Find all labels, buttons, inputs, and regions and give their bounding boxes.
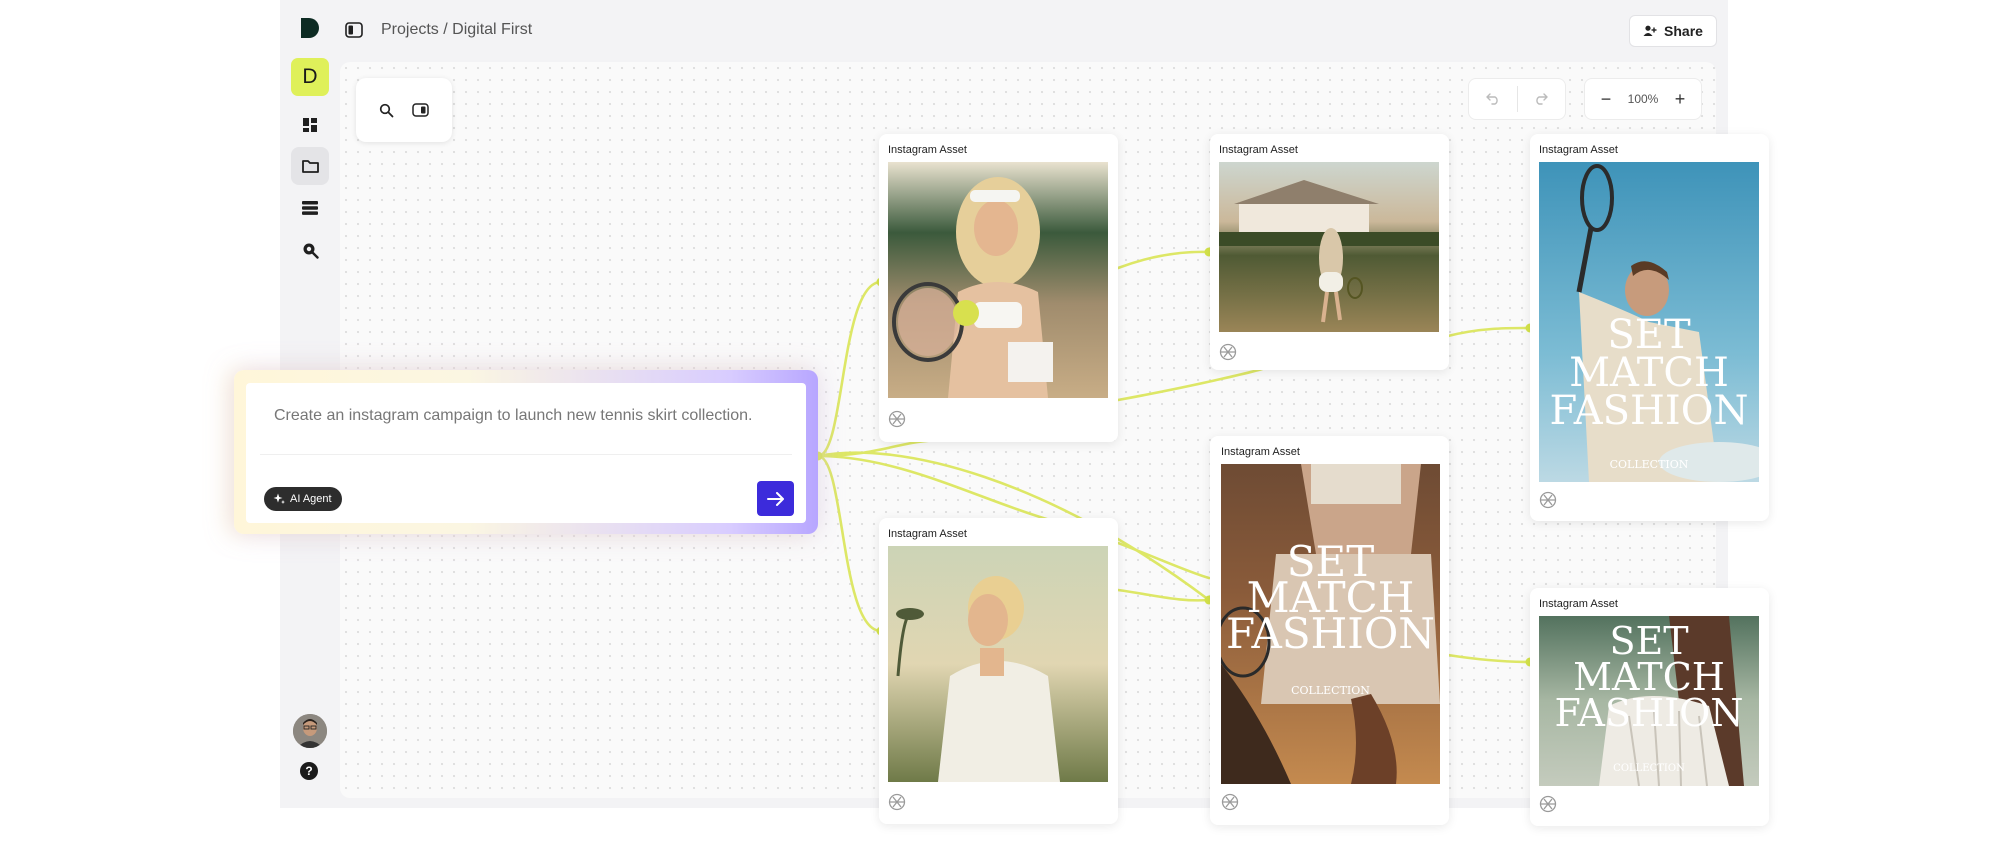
asset-card[interactable]: Instagram Asset xyxy=(879,518,1118,824)
divider xyxy=(260,454,792,455)
asset-label: Instagram Asset xyxy=(1221,446,1300,458)
asset-card[interactable]: Instagram Asset SET MATCH FASHION COLLEC… xyxy=(1530,588,1769,826)
poster-title-line: FASHION xyxy=(1549,388,1748,434)
asset-image[interactable]: SET MATCH FASHION COLLECTION xyxy=(1221,464,1440,784)
poster-title-line: FASHION xyxy=(1226,609,1435,658)
asset-card[interactable]: Instagram Asset xyxy=(1210,134,1449,370)
asset-image[interactable]: SET MATCH FASHION COLLECTION xyxy=(1539,162,1759,482)
asset-label: Instagram Asset xyxy=(888,528,967,540)
poster-title-line: FASHION xyxy=(1554,691,1743,735)
asset-image[interactable]: SET MATCH FASHION COLLECTION xyxy=(1539,616,1759,786)
openai-icon xyxy=(1539,491,1557,509)
asset-card[interactable]: Instagram Asset xyxy=(879,134,1118,442)
openai-icon xyxy=(888,410,906,428)
send-button[interactable] xyxy=(757,481,794,516)
openai-icon xyxy=(1219,343,1237,361)
openai-icon xyxy=(1221,793,1239,811)
sparkle-icon xyxy=(273,493,285,504)
ai-agent-chip[interactable]: AI Agent xyxy=(264,487,342,511)
asset-label: Instagram Asset xyxy=(1539,144,1618,156)
poster-subtitle: COLLECTION xyxy=(1610,458,1689,471)
asset-label: Instagram Asset xyxy=(1219,144,1298,156)
asset-image[interactable] xyxy=(888,162,1108,398)
asset-card[interactable]: Instagram Asset SET MATCH FASHION COLLEC… xyxy=(1530,134,1769,521)
asset-label: Instagram Asset xyxy=(1539,598,1618,610)
poster-subtitle: COLLECTION xyxy=(1613,763,1685,774)
app-root: D ? Projects / Digital First Share − 100… xyxy=(0,0,2000,865)
asset-image[interactable] xyxy=(1219,162,1439,332)
openai-icon xyxy=(1539,795,1557,813)
prompt-input[interactable]: Create an instagram campaign to launch n… xyxy=(274,407,752,425)
asset-label: Instagram Asset xyxy=(888,144,967,156)
prompt-card: Create an instagram campaign to launch n… xyxy=(246,383,806,523)
asset-image[interactable] xyxy=(888,546,1108,782)
poster-subtitle: COLLECTION xyxy=(1291,684,1370,697)
arrow-right-icon xyxy=(766,491,784,506)
openai-icon xyxy=(888,793,906,811)
asset-card[interactable]: Instagram Asset SET MATCH FASHION COLLEC… xyxy=(1210,436,1449,825)
ai-agent-label: AI Agent xyxy=(290,493,332,505)
